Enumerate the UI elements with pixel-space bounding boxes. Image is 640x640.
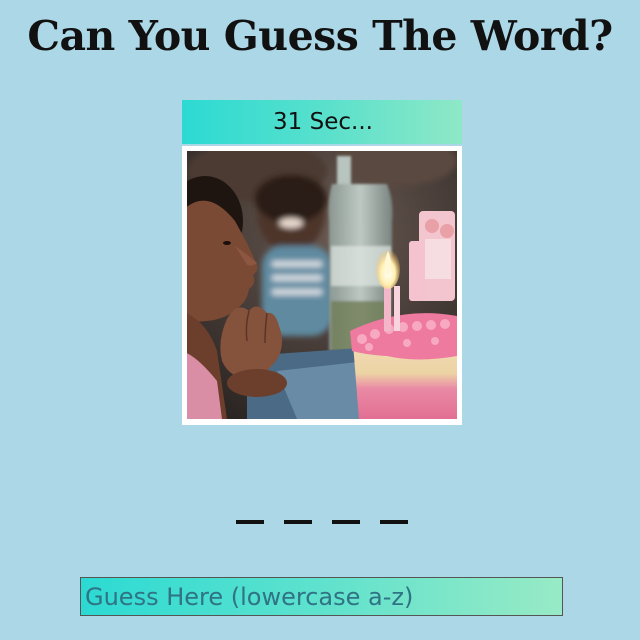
word-blanks [236,518,408,526]
page-title: Can You Guess The Word? [27,12,613,60]
letter-blank [284,520,312,524]
photo-frame [182,146,462,425]
guess-input[interactable] [80,577,563,616]
letter-blank [380,520,408,524]
hint-image [187,151,457,419]
letter-blank [332,520,360,524]
letter-blank [236,520,264,524]
countdown-timer: 31 Sec... [182,100,462,144]
